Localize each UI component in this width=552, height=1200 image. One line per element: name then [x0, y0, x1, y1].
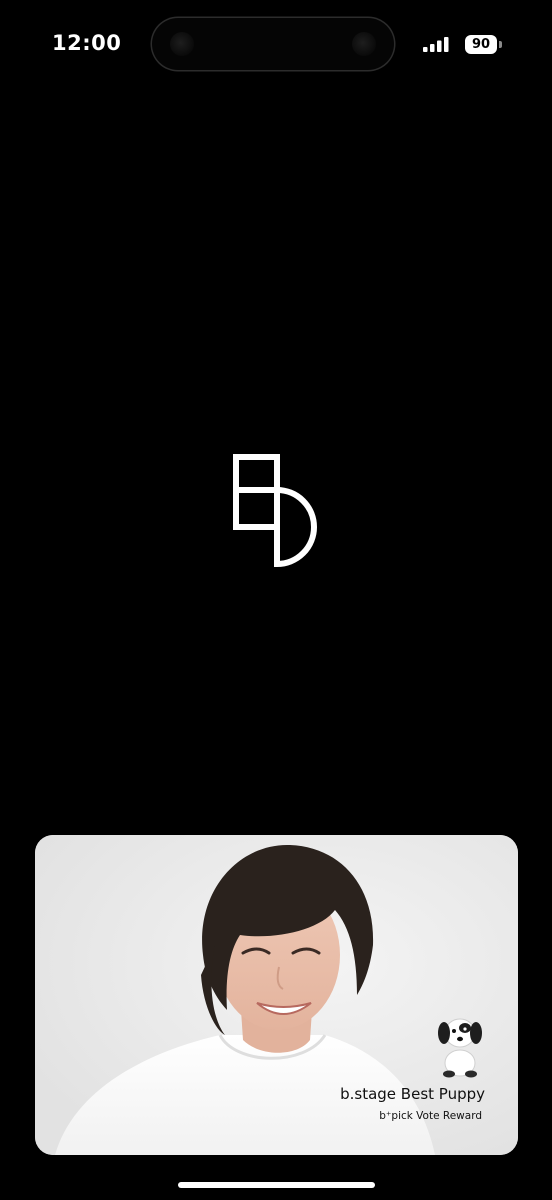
status-bar: 12:00 90 [0, 0, 552, 92]
dynamic-island [152, 18, 394, 70]
portrait-photo [35, 835, 518, 1155]
b-stage-logo [233, 454, 317, 568]
home-indicator[interactable] [178, 1182, 375, 1188]
status-time: 12:00 [52, 31, 122, 55]
puppy-icon [438, 1018, 482, 1078]
promo-subtitle: b⁺pick Vote Reward [379, 1110, 482, 1122]
promo-card[interactable]: b.stage Best Puppy b⁺pick Vote Reward [35, 835, 518, 1155]
camera-lens [170, 32, 194, 56]
cellular-signal-icon [423, 37, 449, 52]
sensor-lens [352, 32, 376, 56]
battery-tip [499, 41, 502, 48]
battery-level: 90 [465, 35, 497, 54]
promo-title: b.stage Best Puppy [340, 1085, 485, 1103]
battery-icon: 90 [465, 35, 502, 54]
